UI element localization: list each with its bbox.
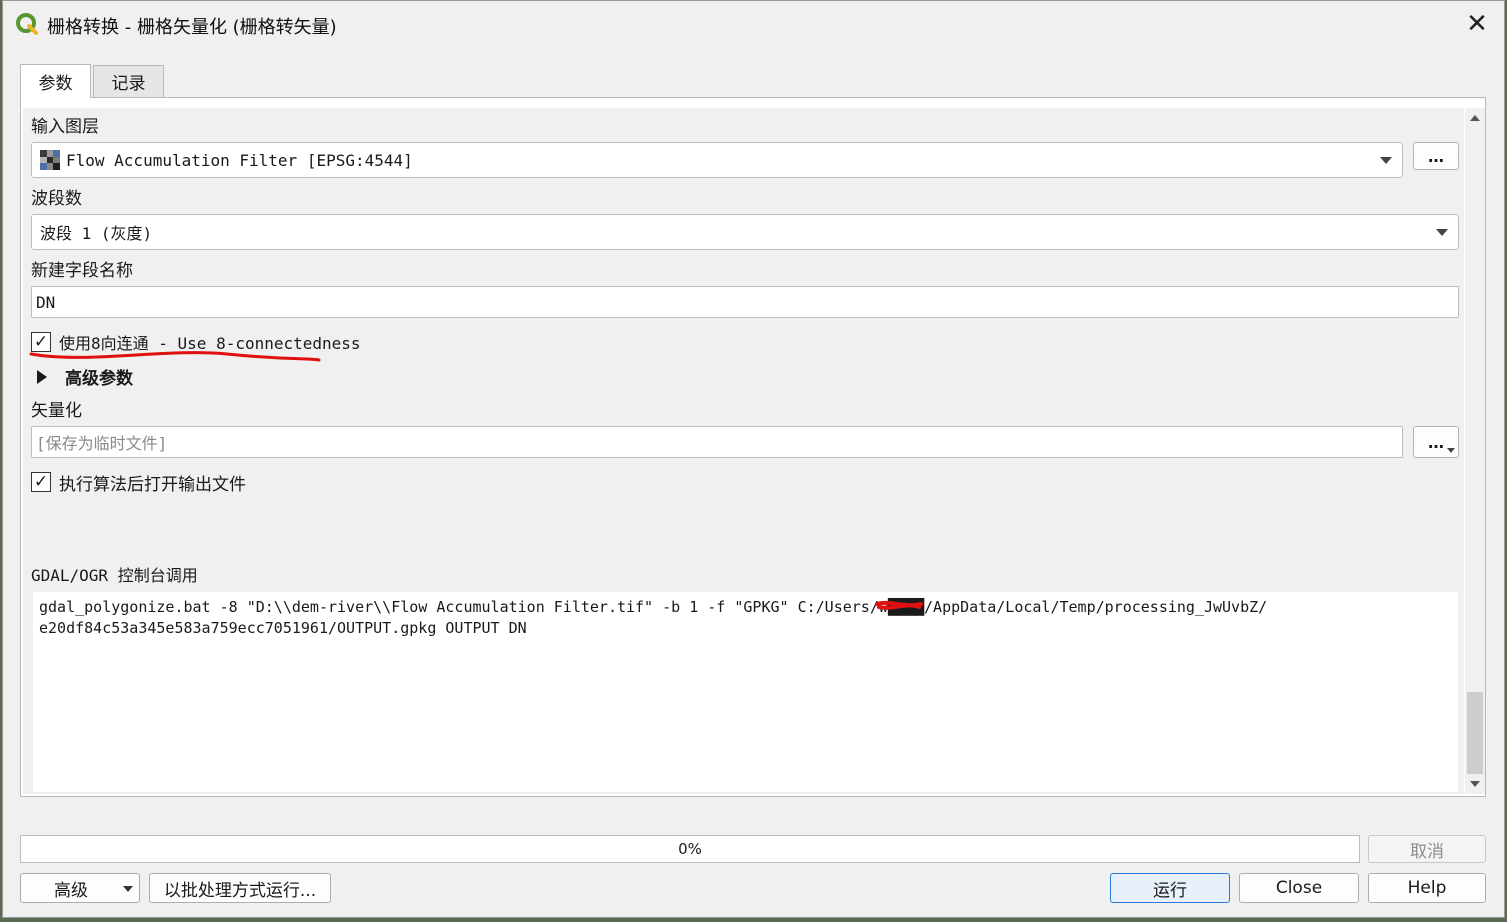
advanced-parameters-toggle[interactable]: 高级参数 bbox=[31, 364, 191, 390]
advanced-dropdown-button[interactable]: 高级 bbox=[20, 873, 140, 903]
tab-log[interactable]: 记录 bbox=[93, 65, 164, 97]
run-button[interactable]: 运行 bbox=[1110, 873, 1230, 903]
input-layer-label: 输入图层 bbox=[31, 117, 99, 137]
help-label: Help bbox=[1407, 878, 1447, 898]
gdal-console-text[interactable]: gdal_polygonize.bat -8 "D:\\dem-river\\F… bbox=[33, 592, 1458, 792]
console-line: e20df84c53a345e583a759ecc7051961/OUTPUT.… bbox=[39, 619, 527, 637]
cancel-button[interactable]: 取消 bbox=[1368, 835, 1486, 863]
chevron-down-icon bbox=[1380, 157, 1392, 164]
chevron-down-icon bbox=[123, 886, 133, 892]
tab-label: 记录 bbox=[111, 74, 146, 94]
input-layer-combo[interactable]: Flow Accumulation Filter [EPSG:4544] bbox=[31, 142, 1403, 178]
red-underline-annotation bbox=[29, 351, 321, 362]
tab-label: 参数 bbox=[38, 74, 73, 94]
field-name-value: DN bbox=[36, 292, 56, 312]
close-icon[interactable]: ✕ bbox=[1460, 7, 1494, 41]
run-label: 运行 bbox=[1153, 880, 1187, 901]
band-label: 波段数 bbox=[31, 189, 82, 209]
scroll-down-icon[interactable] bbox=[1468, 776, 1482, 792]
advanced-label: 高级 bbox=[54, 880, 88, 901]
band-value: 波段 1 (灰度) bbox=[40, 224, 153, 243]
processing-dialog: 栅格转换 - 栅格矢量化 (栅格转矢量) ✕ 参数 记录 输入图层 Flow A… bbox=[2, 0, 1505, 918]
band-combo[interactable]: 波段 1 (灰度) bbox=[31, 214, 1459, 250]
open-output-checkbox[interactable]: ✓ bbox=[31, 472, 51, 492]
vectorize-output-input[interactable]: [保存为临时文件] bbox=[31, 426, 1403, 458]
qgis-logo-icon bbox=[16, 13, 38, 35]
console-label: GDAL/OGR 控制台调用 bbox=[31, 566, 198, 585]
advanced-parameters-label: 高级参数 bbox=[65, 369, 133, 389]
field-name-input[interactable]: DN bbox=[31, 286, 1459, 318]
parameters-scroll-area: 输入图层 Flow Accumulation Filter [EPSG:4544… bbox=[23, 108, 1464, 794]
dots-label: … bbox=[1428, 146, 1444, 166]
input-layer-value: Flow Accumulation Filter [EPSG:4544] bbox=[66, 150, 413, 170]
batch-label: 以批处理方式运行... bbox=[163, 880, 317, 901]
progress-bar: 0% bbox=[20, 835, 1360, 863]
console-line: gdal_polygonize.bat -8 "D:\\dem-river\\F… bbox=[39, 598, 1268, 616]
close-button[interactable]: Close bbox=[1239, 873, 1359, 903]
scroll-up-icon[interactable] bbox=[1468, 110, 1482, 126]
red-redaction-mark bbox=[875, 600, 923, 610]
dots-label: … bbox=[1428, 432, 1444, 452]
cancel-label: 取消 bbox=[1410, 841, 1444, 862]
raster-layer-icon bbox=[40, 150, 60, 170]
title-bar: 栅格转换 - 栅格矢量化 (栅格转矢量) ✕ bbox=[3, 1, 1504, 47]
expand-triangle-icon bbox=[37, 370, 47, 384]
tab-parameters[interactable]: 参数 bbox=[20, 64, 91, 98]
progress-text: 0% bbox=[678, 840, 702, 858]
vectorize-output-browse-button[interactable]: … bbox=[1413, 426, 1459, 458]
vertical-scrollbar[interactable] bbox=[1465, 108, 1485, 794]
vectorize-output-label: 矢量化 bbox=[31, 401, 82, 421]
chevron-down-icon bbox=[1447, 448, 1455, 453]
window-title: 栅格转换 - 栅格矢量化 (栅格转矢量) bbox=[47, 17, 337, 38]
scrollbar-thumb[interactable] bbox=[1467, 692, 1483, 774]
vectorize-output-placeholder: [保存为临时文件] bbox=[36, 434, 168, 453]
close-label: Close bbox=[1275, 878, 1323, 898]
open-output-label: 执行算法后打开输出文件 bbox=[59, 475, 246, 495]
help-button[interactable]: Help bbox=[1368, 873, 1486, 903]
field-name-label: 新建字段名称 bbox=[31, 261, 133, 281]
run-as-batch-button[interactable]: 以批处理方式运行... bbox=[149, 873, 331, 903]
input-layer-browse-button[interactable]: … bbox=[1413, 142, 1459, 170]
chevron-down-icon bbox=[1436, 229, 1448, 236]
parameters-panel: 输入图层 Flow Accumulation Filter [EPSG:4544… bbox=[20, 97, 1486, 797]
